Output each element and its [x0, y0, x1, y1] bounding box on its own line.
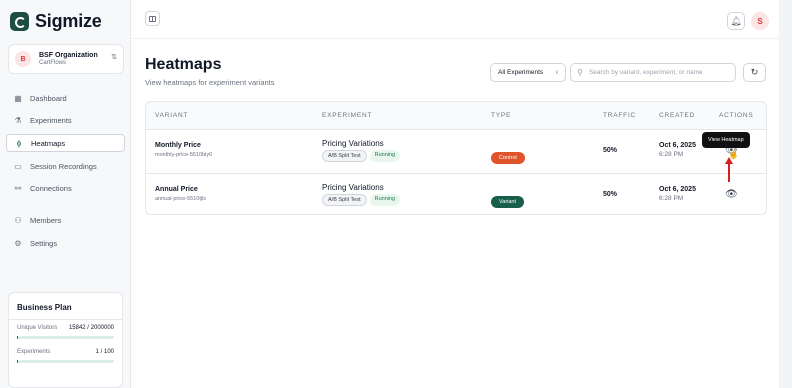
- users-icon: ⚇: [14, 215, 22, 225]
- chevron-down-icon: ∨: [554, 70, 559, 76]
- app-name: Sigmize: [35, 11, 102, 31]
- sidebar-item-session-recordings[interactable]: ▭ Session Recordings: [6, 157, 125, 175]
- created-date: Oct 6, 2025: [659, 186, 696, 193]
- plan-title: Business Plan: [17, 303, 72, 312]
- app-logo[interactable]: Sigmize: [10, 11, 102, 32]
- sidebar: Sigmize B BSF Organization CartFlows ⇅ ▦…: [0, 0, 131, 388]
- experiment-filter-value: All Experiments: [498, 69, 544, 76]
- visitors-progress-fill: [17, 336, 19, 339]
- user-avatar[interactable]: S: [751, 12, 769, 30]
- experiments-value: 1 / 100: [95, 349, 114, 355]
- created-time: 6:28 PM: [659, 151, 684, 158]
- sidebar-item-label: Connections: [30, 183, 72, 193]
- plug-icon: ⚯: [14, 183, 22, 193]
- column-header-traffic: TRAFFIC: [603, 112, 637, 119]
- org-name: BSF Organization: [39, 51, 98, 59]
- heatmaps-table: VARIANT EXPERIMENT TYPE TRAFFIC CREATED …: [145, 101, 767, 215]
- eye-icon: 👁︎: [725, 189, 738, 200]
- grid-icon: ▦: [14, 93, 22, 103]
- table-row: Monthly Price monthly-price-5510bly0 Pri…: [146, 130, 766, 173]
- variant-slug: annual-price-5510tjls: [155, 196, 207, 202]
- variant-name: Monthly Price: [155, 142, 201, 149]
- traffic-value: 50%: [603, 147, 618, 154]
- annotation-arrow: [728, 162, 730, 182]
- sidebar-item-dashboard[interactable]: ▦ Dashboard: [6, 89, 125, 107]
- experiments-usage: Experiments 1 / 100: [17, 349, 114, 355]
- org-avatar: B: [15, 51, 31, 67]
- column-header-type: TYPE: [491, 112, 512, 119]
- sidebar-item-label: Experiments: [30, 115, 72, 125]
- org-switcher[interactable]: B BSF Organization CartFlows ⇅: [8, 44, 124, 74]
- topbar: 🔔︎ S: [131, 0, 779, 39]
- column-header-variant: VARIANT: [155, 112, 189, 119]
- plan-card: Business Plan Unique Visitors 15842 / 20…: [8, 292, 123, 388]
- experiment-filter-select[interactable]: All Experiments ∨: [490, 63, 566, 82]
- visitors-progress: [17, 336, 114, 339]
- traffic-value: 50%: [603, 191, 618, 198]
- status-badge: Running: [369, 150, 401, 162]
- sidebar-toggle-button[interactable]: [145, 11, 160, 26]
- created-time: 6:28 PM: [659, 195, 684, 202]
- variant-slug: monthly-price-5510bly0: [155, 152, 213, 158]
- divider: [9, 319, 122, 320]
- flame-icon: ɸ: [16, 138, 22, 148]
- page-title: Heatmaps: [145, 56, 222, 73]
- table-header: VARIANT EXPERIMENT TYPE TRAFFIC CREATED …: [146, 102, 766, 130]
- scrollbar-track[interactable]: [779, 0, 792, 388]
- visitors-usage: Unique Visitors 15842 / 2000000: [17, 325, 114, 331]
- sidebar-item-label: Heatmaps: [31, 138, 66, 148]
- sidebar-item-label: Session Recordings: [30, 161, 97, 171]
- sidebar-item-settings[interactable]: ⚙ Settings: [6, 234, 125, 252]
- gear-icon: ⚙: [14, 238, 22, 248]
- search-box: ⚲: [570, 63, 736, 82]
- chevron-updown-icon: ⇅: [111, 54, 117, 61]
- split-test-badge: A/B Split Test: [322, 150, 367, 162]
- split-test-badge: A/B Split Test: [322, 194, 367, 206]
- column-header-created: CREATED: [659, 112, 696, 119]
- view-heatmap-button[interactable]: 👁︎: [725, 189, 738, 200]
- view-heatmap-tooltip: View Heatmap: [702, 132, 750, 148]
- sidebar-item-label: Settings: [30, 238, 58, 248]
- sidebar-toggle-icon: [149, 15, 156, 22]
- experiment-name: Pricing Variations: [322, 183, 384, 192]
- visitors-value: 15842 / 2000000: [68, 325, 114, 331]
- type-badge: Variant: [491, 196, 525, 208]
- experiments-progress-fill: [17, 360, 19, 363]
- notifications-button[interactable]: 🔔︎: [727, 12, 745, 30]
- refresh-icon: ↻: [750, 67, 759, 77]
- column-header-actions: ACTIONS: [719, 112, 754, 119]
- column-header-experiment: EXPERIMENT: [322, 112, 373, 119]
- sidebar-item-experiments[interactable]: ⚗ Experiments: [6, 111, 125, 129]
- experiments-label: Experiments: [17, 349, 51, 355]
- refresh-button[interactable]: ↻: [743, 63, 766, 82]
- sidebar-item-heatmaps[interactable]: ɸ Heatmaps: [6, 134, 125, 152]
- video-icon: ▭: [14, 161, 22, 171]
- sidebar-item-members[interactable]: ⚇ Members: [6, 211, 125, 229]
- sidebar-item-label: Members: [30, 215, 62, 225]
- visitors-label: Unique Visitors: [17, 325, 58, 331]
- bell-icon: 🔔︎: [730, 15, 742, 26]
- status-badge: Running: [369, 194, 401, 206]
- created-date: Oct 6, 2025: [659, 142, 696, 149]
- experiments-progress: [17, 360, 114, 363]
- logo-icon: [10, 12, 29, 31]
- sidebar-item-label: Dashboard: [30, 93, 67, 103]
- experiment-name: Pricing Variations: [322, 139, 384, 148]
- variant-name: Annual Price: [155, 186, 198, 193]
- sidebar-item-connections[interactable]: ⚯ Connections: [6, 179, 125, 197]
- page-subtitle: View heatmaps for experiment variants: [145, 78, 275, 87]
- table-row: Annual Price annual-price-5510tjls Prici…: [146, 173, 766, 216]
- type-badge: Control: [491, 152, 525, 164]
- org-subtitle: CartFlows: [39, 59, 67, 66]
- flask-icon: ⚗: [14, 115, 22, 125]
- search-icon: ⚲: [577, 68, 583, 77]
- search-input[interactable]: [588, 69, 729, 76]
